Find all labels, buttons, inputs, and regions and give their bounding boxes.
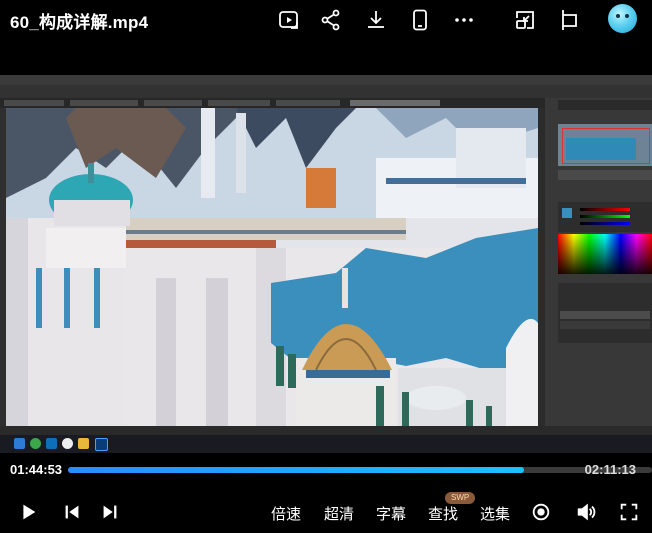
volume-button[interactable] bbox=[574, 500, 598, 524]
skip-previous-icon bbox=[65, 505, 79, 519]
focus-button[interactable] bbox=[529, 500, 553, 524]
download-icon[interactable] bbox=[363, 7, 389, 33]
navigator-thumbnail bbox=[558, 124, 652, 166]
picture-in-picture-play-icon[interactable] bbox=[276, 7, 302, 33]
quality-button[interactable]: 超清 bbox=[324, 503, 354, 524]
progress-fill bbox=[68, 467, 524, 473]
video-frame[interactable] bbox=[0, 75, 652, 453]
previous-button[interactable] bbox=[60, 500, 84, 524]
current-time: 01:44:53 bbox=[10, 462, 63, 477]
color-sliders bbox=[558, 202, 652, 232]
more-icon[interactable] bbox=[451, 7, 477, 33]
play-button[interactable] bbox=[16, 500, 40, 524]
artwork-canvas bbox=[6, 108, 538, 426]
document-tabs bbox=[0, 98, 545, 108]
status-bar bbox=[0, 426, 652, 435]
fullscreen-icon bbox=[620, 503, 638, 521]
city-painting-illustration bbox=[6, 108, 538, 426]
progress-bar[interactable] bbox=[68, 467, 652, 473]
mini-window-icon[interactable] bbox=[512, 7, 538, 33]
play-icon bbox=[23, 504, 36, 520]
options-bar bbox=[0, 85, 652, 98]
volume-icon bbox=[577, 503, 596, 521]
subtitle-button[interactable]: 字幕 bbox=[376, 503, 406, 524]
next-button[interactable] bbox=[98, 500, 122, 524]
mobile-phone-icon[interactable] bbox=[407, 7, 433, 33]
windows-taskbar bbox=[0, 435, 652, 453]
color-spectrum bbox=[558, 234, 652, 274]
top-bar: 60_构成详解.mp4 bbox=[0, 0, 652, 38]
skip-next-icon bbox=[103, 505, 117, 519]
avatar[interactable] bbox=[608, 4, 637, 33]
total-time: 02:11:13 bbox=[584, 462, 636, 477]
pin-icon[interactable] bbox=[556, 7, 582, 33]
search-button[interactable]: 查找 bbox=[428, 503, 458, 524]
share-icon[interactable] bbox=[318, 7, 344, 33]
video-title: 60_构成详解.mp4 bbox=[10, 13, 149, 32]
target-icon bbox=[532, 503, 550, 521]
episodes-button[interactable]: 选集 bbox=[480, 503, 510, 524]
app-menu-bar bbox=[0, 75, 652, 85]
layers-panel bbox=[558, 283, 652, 343]
fullscreen-button[interactable] bbox=[617, 500, 641, 524]
photoshop-panels bbox=[545, 98, 652, 428]
speed-button[interactable]: 倍速 bbox=[271, 503, 301, 524]
